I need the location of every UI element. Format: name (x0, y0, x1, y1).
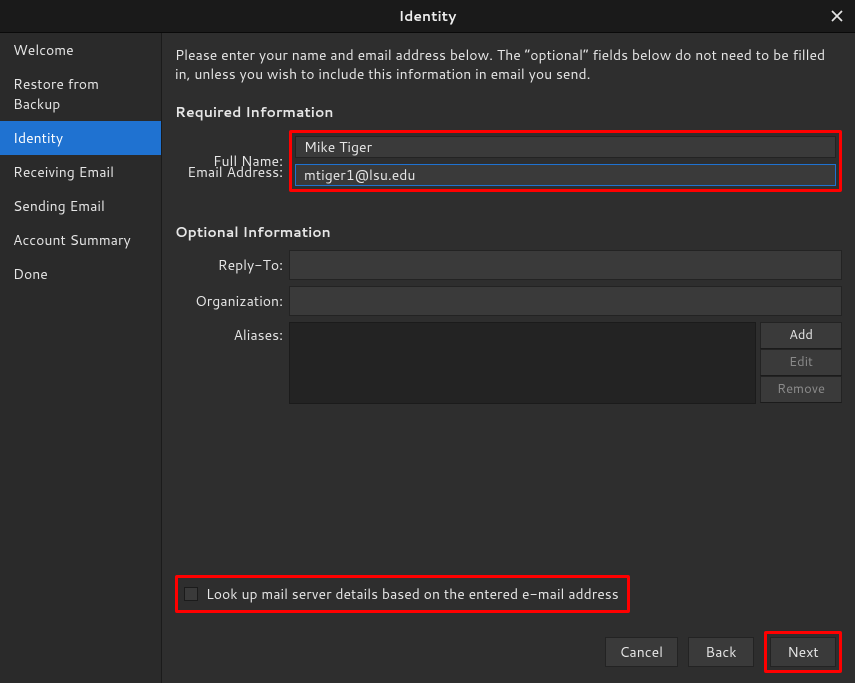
lookup-highlight: Look up mail server details based on the… (175, 575, 630, 613)
close-icon (831, 10, 843, 22)
titlebar: Identity (0, 0, 855, 33)
intro-text: Please enter your name and email address… (175, 46, 842, 84)
lookup-row: Look up mail server details based on the… (175, 575, 842, 613)
sidebar-item-welcome[interactable]: Welcome (0, 33, 161, 67)
organization-input[interactable] (289, 286, 842, 316)
alias-add-button[interactable]: Add (760, 322, 842, 349)
lookup-label: Look up mail server details based on the… (206, 584, 619, 604)
alias-edit-button[interactable]: Edit (760, 349, 842, 376)
sidebar-item-summary[interactable]: Account Summary (0, 223, 161, 257)
sidebar-item-receiving[interactable]: Receiving Email (0, 155, 161, 189)
main-panel: Please enter your name and email address… (162, 33, 855, 683)
aliases-row: Aliases: Add Edit Remove (175, 322, 842, 404)
aliases-list[interactable] (289, 322, 756, 404)
alias-remove-button[interactable]: Remove (760, 376, 842, 403)
close-button[interactable] (827, 6, 847, 26)
reply-to-label: Reply-To: (175, 255, 289, 275)
reply-to-row: Reply-To: (175, 250, 842, 280)
required-highlight (289, 130, 842, 192)
full-name-input[interactable] (295, 136, 836, 158)
cancel-button[interactable]: Cancel (605, 637, 679, 667)
organization-row: Organization: (175, 286, 842, 316)
sidebar-item-done[interactable]: Done (0, 257, 161, 291)
email-input[interactable] (295, 164, 836, 186)
window-title: Identity (399, 6, 457, 26)
required-section-header: Required Information (175, 102, 842, 122)
body: Welcome Restore from Backup Identity Rec… (0, 33, 855, 683)
full-name-row: Full Name: (175, 130, 842, 192)
footer-buttons: Cancel Back Next (175, 627, 842, 673)
aliases-buttons: Add Edit Remove (760, 322, 842, 404)
identity-wizard-window: Identity Welcome Restore from Backup Ide… (0, 0, 855, 683)
sidebar-item-restore[interactable]: Restore from Backup (0, 67, 161, 121)
lookup-checkbox[interactable] (184, 587, 198, 601)
aliases-label: Aliases: (175, 322, 289, 345)
aliases-wrap: Add Edit Remove (289, 322, 842, 404)
wizard-sidebar: Welcome Restore from Backup Identity Rec… (0, 33, 162, 683)
organization-label: Organization: (175, 291, 289, 311)
next-button[interactable]: Next (770, 637, 836, 667)
reply-to-input[interactable] (289, 250, 842, 280)
next-highlight: Next (764, 631, 842, 673)
sidebar-item-identity[interactable]: Identity (0, 121, 161, 155)
full-name-label: Full Name: (175, 151, 289, 171)
optional-section-header: Optional Information (175, 222, 842, 242)
sidebar-item-sending[interactable]: Sending Email (0, 189, 161, 223)
back-button[interactable]: Back (688, 637, 754, 667)
